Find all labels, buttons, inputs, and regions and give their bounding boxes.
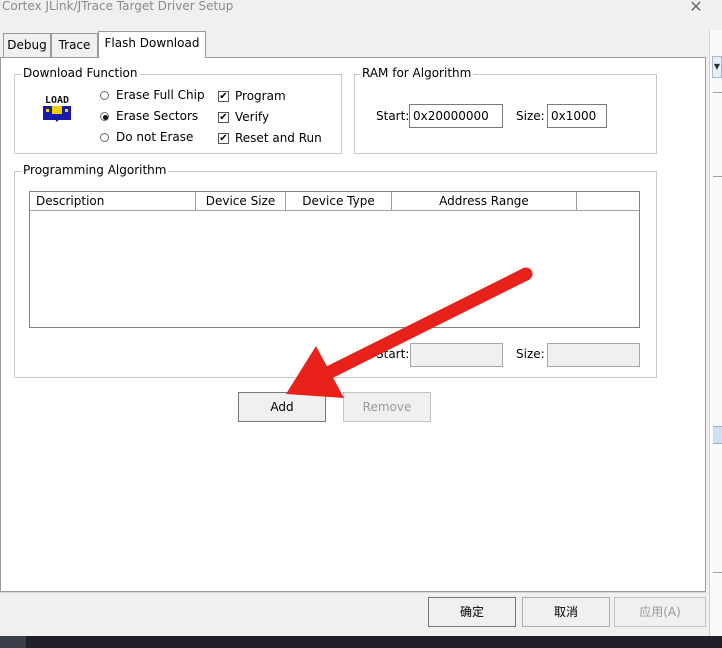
algorithm-size-label: Size:	[516, 347, 545, 361]
program-checkbox[interactable]: ✔	[218, 91, 229, 102]
verify-label: Verify	[235, 110, 270, 124]
ram-size-label: Size:	[516, 109, 545, 123]
apply-button[interactable]: 应用(A)	[614, 597, 706, 627]
tab-flash-download[interactable]: Flash Download	[98, 31, 206, 58]
column-header-description[interactable]: Description	[30, 192, 196, 211]
divider	[713, 176, 722, 177]
verify-checkbox[interactable]: ✔	[218, 112, 229, 123]
ram-start-label: Start:	[376, 109, 410, 123]
tab-trace[interactable]: Trace	[51, 33, 98, 57]
divider	[713, 92, 722, 93]
program-label: Program	[235, 89, 286, 103]
erase-sectors-label: Erase Sectors	[116, 109, 199, 123]
cancel-button[interactable]: 取消	[522, 597, 610, 627]
taskbar-item	[0, 636, 26, 648]
close-icon[interactable]: ✕	[684, 0, 708, 18]
column-header-device-size[interactable]: Device Size	[196, 192, 286, 211]
algorithm-start-label: Start:	[376, 347, 410, 361]
tab-debug[interactable]: Debug	[3, 33, 51, 57]
column-header-address-range[interactable]: Address Range	[392, 192, 577, 211]
algorithm-table[interactable]: Description Device Size Device Type Addr…	[29, 191, 640, 328]
divider	[713, 572, 722, 573]
load-icon: LOAD	[40, 92, 74, 126]
erase-sectors-radio[interactable]	[100, 112, 109, 121]
algorithm-size-input[interactable]	[547, 343, 640, 367]
programming-algorithm-legend: Programming Algorithm	[21, 163, 169, 177]
reset-and-run-checkbox[interactable]: ✔	[218, 133, 229, 144]
ram-start-input[interactable]: 0x20000000	[409, 104, 503, 128]
load-icon-label: LOAD	[45, 95, 69, 106]
column-header-filler	[577, 192, 639, 211]
do-not-erase-radio[interactable]	[100, 133, 109, 142]
column-header-device-type[interactable]: Device Type	[286, 192, 392, 211]
remove-button[interactable]: Remove	[343, 392, 431, 422]
erase-full-chip-label: Erase Full Chip	[116, 88, 205, 102]
add-button[interactable]: Add	[238, 392, 326, 422]
window-title: Cortex JLink/JTrace Target Driver Setup	[2, 0, 234, 13]
download-function-legend: Download Function	[21, 66, 140, 80]
background-selection	[713, 426, 722, 444]
taskbar	[0, 636, 722, 648]
reset-and-run-label: Reset and Run	[235, 131, 322, 145]
chevron-down-icon: ▼	[712, 56, 722, 78]
ram-for-algorithm-legend: RAM for Algorithm	[360, 66, 474, 80]
erase-full-chip-radio[interactable]	[100, 91, 109, 100]
do-not-erase-label: Do not Erase	[116, 130, 194, 144]
background-window-edge	[709, 30, 722, 648]
divider	[0, 592, 706, 593]
algorithm-start-input[interactable]	[410, 343, 503, 367]
ok-button[interactable]: 确定	[428, 597, 516, 627]
ram-size-input[interactable]: 0x1000	[547, 104, 607, 128]
